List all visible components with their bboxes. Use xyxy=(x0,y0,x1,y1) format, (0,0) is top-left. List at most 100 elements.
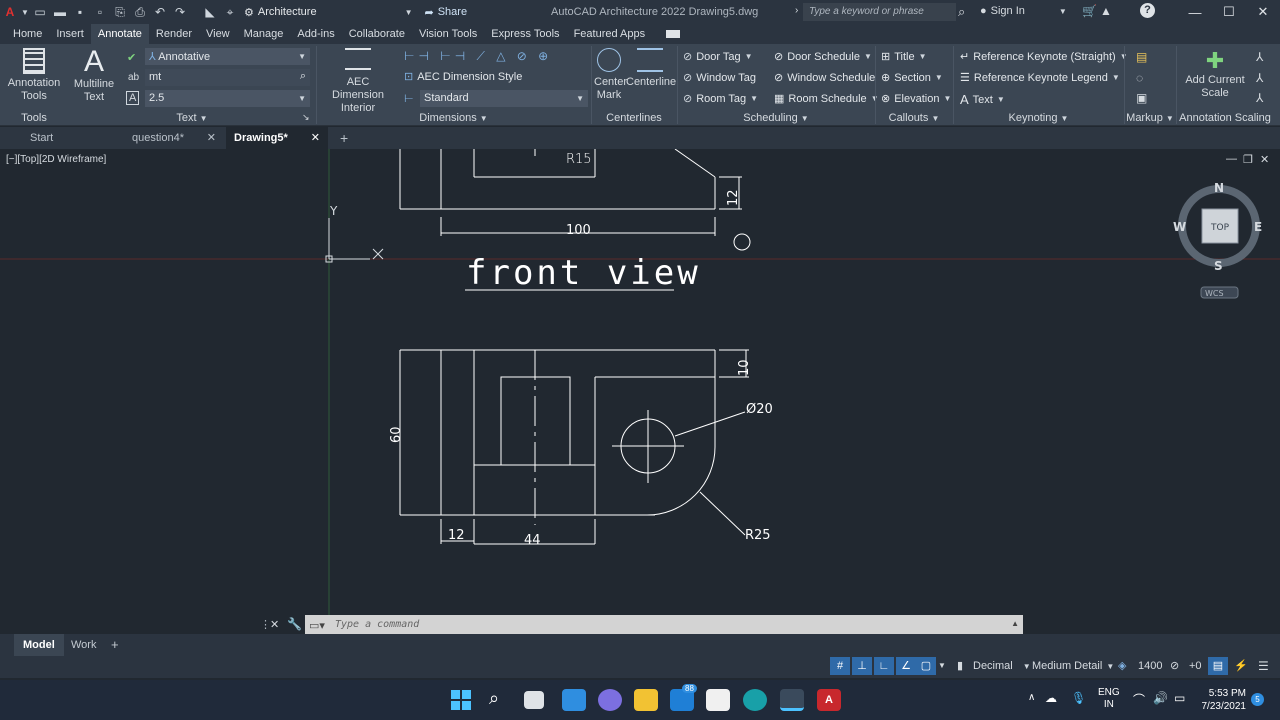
tab-featured-apps[interactable]: Featured Apps xyxy=(567,24,653,44)
autodesk-icon[interactable]: ▲ xyxy=(1100,4,1112,18)
share-drawing-icon[interactable]: ◣ xyxy=(200,2,220,22)
chat-icon[interactable] xyxy=(598,689,622,711)
find-text-icon[interactable]: ab xyxy=(128,72,139,83)
chevron-right-icon[interactable]: › xyxy=(795,5,798,16)
grid-toggle-icon[interactable]: # xyxy=(830,657,850,675)
hardware-accel-icon[interactable]: ⚡ xyxy=(1234,659,1248,672)
dimension-style-select[interactable]: Standard ▼ xyxy=(420,90,588,107)
clock[interactable]: 5:53 PM 7/23/2021 xyxy=(1200,687,1247,713)
edge-icon[interactable] xyxy=(743,689,767,711)
file-tab-question4[interactable]: question4* ✕ xyxy=(124,127,224,149)
customize-menu-icon[interactable]: ☰ xyxy=(1258,659,1269,673)
share-button[interactable]: ➦ Share xyxy=(425,6,468,19)
battery-icon[interactable]: ▭ xyxy=(1174,691,1185,705)
panel-title-scheduling[interactable]: Scheduling ▼ xyxy=(677,111,875,126)
tab-view[interactable]: View xyxy=(199,24,237,44)
window-schedule-button[interactable]: ⊘ Window Schedule xyxy=(774,71,875,85)
task-view-icon[interactable] xyxy=(524,691,544,709)
tab-render[interactable]: Render xyxy=(149,24,199,44)
scale-list-icon[interactable]: ⅄ xyxy=(1256,50,1263,64)
tab-express-tools[interactable]: Express Tools xyxy=(484,24,566,44)
panel-title-keynoting[interactable]: Keynoting ▼ xyxy=(953,111,1124,126)
sign-in-button[interactable]: ● Sign In ▼ xyxy=(980,5,1067,17)
panel-title-text[interactable]: Text ▼ xyxy=(68,111,316,126)
file-tab-drawing5[interactable]: Drawing5* ✕ xyxy=(226,127,328,149)
reference-keynote-straight-button[interactable]: ↵ Reference Keynote (Straight) ▼ xyxy=(960,50,1128,64)
maximize-button[interactable]: ☐ xyxy=(1212,0,1246,24)
minimize-button[interactable]: — xyxy=(1178,0,1212,24)
windows-start-icon[interactable] xyxy=(451,690,471,710)
centerline-button[interactable]: Centerline xyxy=(626,48,676,89)
language-indicator[interactable]: ENG IN xyxy=(1098,687,1120,711)
autocad-taskbar-icon[interactable]: A xyxy=(817,689,841,711)
reference-keynote-legend-button[interactable]: ☰ Reference Keynote Legend ▼ xyxy=(960,71,1120,85)
elevation-callout-button[interactable]: ⊗ Elevation ▼ xyxy=(881,92,951,106)
onedrive-icon[interactable]: ☁ xyxy=(1045,691,1057,705)
markup-cloud-icon[interactable]: ◌ xyxy=(1136,71,1143,85)
aec-dimension-interior-button[interactable]: AEC Dimension Interior xyxy=(320,48,396,115)
help-icon[interactable]: ? xyxy=(1140,3,1155,18)
tab-add-ins[interactable]: Add-ins xyxy=(290,24,341,44)
new-file-icon[interactable]: ▭ xyxy=(30,2,50,22)
add-layout-button[interactable]: + xyxy=(111,637,119,652)
undo-icon[interactable]: ↶ xyxy=(150,2,170,22)
center-mark-button[interactable]: Center Mark xyxy=(594,48,627,102)
drawing-viewport[interactable]: [−][Top][2D Wireframe] — ❐ ✕ Y R15 100 1… xyxy=(0,149,1280,634)
snap-toggle-icon[interactable]: ⊥ xyxy=(852,657,872,675)
window-tag-button[interactable]: ⊘ Window Tag xyxy=(683,71,756,85)
section-callout-button[interactable]: ⊕ Section ▼ xyxy=(881,71,943,85)
room-tag-button[interactable]: ⊘ Room Tag ▼ xyxy=(683,92,758,106)
text-height-select[interactable]: 2.5 ▼ xyxy=(145,90,310,107)
store-icon[interactable] xyxy=(706,689,730,711)
workspace-switcher[interactable]: ⚙ Architecture ▼ xyxy=(244,6,413,19)
markup-wipeout-icon[interactable]: ▣ xyxy=(1136,91,1147,105)
chevron-down-icon[interactable]: ▼ xyxy=(938,661,946,670)
command-prompt-icon[interactable]: ▭▾ xyxy=(309,619,325,632)
app-menu-chevron-icon[interactable]: ▼ xyxy=(20,2,30,22)
find-text-input[interactable]: mt ⌕ xyxy=(145,69,310,86)
annotation-tools-button[interactable]: Annotation Tools xyxy=(6,48,62,103)
room-schedule-button[interactable]: ▦ Room Schedule ▼ xyxy=(774,92,879,106)
scale-delete-icon[interactable]: ⅄ xyxy=(1256,91,1263,105)
title-callout-button[interactable]: ⊞ Title ▼ xyxy=(881,50,927,64)
command-line[interactable]: ▭▾ Type a command ▲ xyxy=(305,615,1023,636)
ortho-toggle-icon[interactable]: ∟ xyxy=(874,657,894,675)
search-input[interactable]: Type a keyword or phrase xyxy=(803,3,956,21)
search-icon[interactable]: ⌕ xyxy=(489,688,499,709)
layout-tab-model[interactable]: Model xyxy=(14,634,64,656)
command-input[interactable]: Type a command xyxy=(335,619,419,630)
autocad-architecture-taskbar-icon[interactable] xyxy=(780,689,804,711)
chevron-up-icon[interactable]: ∧ xyxy=(1028,692,1035,703)
markup-import-icon[interactable]: ▤ xyxy=(1136,50,1147,64)
autocad-app-icon[interactable]: A xyxy=(0,2,20,22)
text-check-icon[interactable]: ✔ xyxy=(127,51,136,64)
close-button[interactable]: ✕ xyxy=(1246,0,1280,24)
door-tag-button[interactable]: ⊘ Door Tag ▼ xyxy=(683,50,753,64)
units-select[interactable]: Decimal ▼ xyxy=(973,660,1031,672)
isolate-toggle-icon[interactable]: ▤ xyxy=(1208,657,1228,675)
match-icon[interactable]: ⌖ xyxy=(220,2,240,22)
text-height-icon[interactable]: A xyxy=(126,91,140,105)
multiline-text-button[interactable]: A Multiline Text xyxy=(70,46,118,104)
add-current-scale-button[interactable]: ✚ Add Current Scale xyxy=(1182,48,1248,100)
tab-home[interactable]: Home xyxy=(6,24,49,44)
scale-sync-icon[interactable]: ⅄ xyxy=(1256,71,1263,85)
tab-collaborate[interactable]: Collaborate xyxy=(342,24,412,44)
linear-dimension-icon[interactable]: ⊢⊣ ⊢⊣ ⟋ △ ⊘ ⊕ xyxy=(404,49,552,64)
volume-icon[interactable]: 🔊 xyxy=(1153,691,1168,705)
detail-select[interactable]: Medium Detail ▼ xyxy=(1032,660,1114,672)
keynote-text-button[interactable]: A Text ▼ xyxy=(960,92,1005,107)
file-tab-start[interactable]: Start xyxy=(22,127,120,149)
ribbon-toggle-icon[interactable] xyxy=(666,30,681,38)
cart-icon[interactable]: 🛒 xyxy=(1082,4,1097,18)
close-icon[interactable]: ✕ xyxy=(311,127,320,149)
tab-vision-tools[interactable]: Vision Tools xyxy=(412,24,484,44)
open-folder-icon[interactable]: ▬ xyxy=(50,2,70,22)
door-schedule-button[interactable]: ⊘ Door Schedule ▼ xyxy=(774,50,872,64)
wifi-icon[interactable]: ⌒ xyxy=(1133,691,1145,708)
plot-icon[interactable]: ⎙ xyxy=(130,2,150,22)
panel-title-dimensions[interactable]: Dimensions ▼ xyxy=(316,111,591,126)
publish-icon[interactable]: ⎘ xyxy=(110,2,130,22)
offset-value[interactable]: +0 xyxy=(1189,660,1202,672)
file-explorer-icon[interactable] xyxy=(634,689,658,711)
